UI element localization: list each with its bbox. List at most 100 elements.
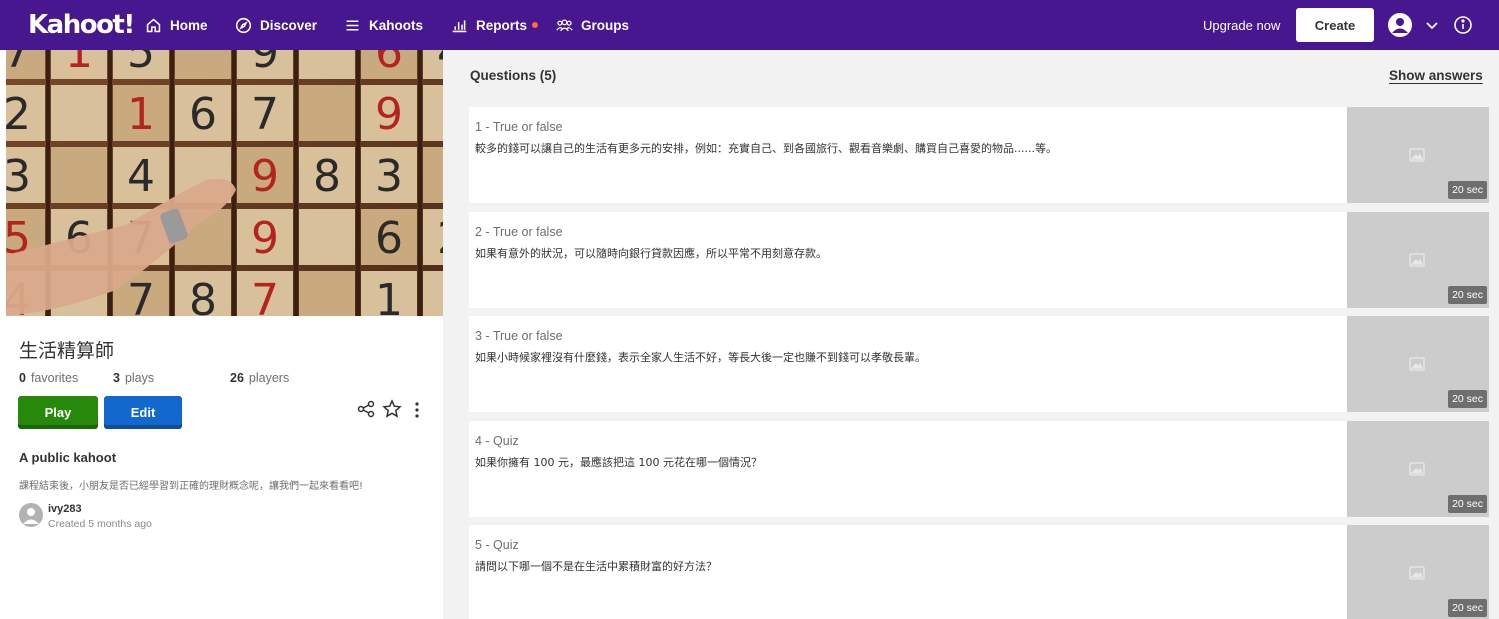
sudoku-number: 2 (6, 89, 31, 140)
nav-kahoots[interactable]: Kahoots (344, 0, 423, 50)
sudoku-number: 7 (127, 275, 155, 316)
list-icon (346, 19, 359, 31)
time-limit-badge: 20 sec (1448, 390, 1487, 408)
top-navigation-bar: Kahoot! Home Discover Kahoots Reports Gr… (0, 0, 1499, 50)
share-icon[interactable] (357, 400, 375, 418)
sudoku-number: 7 (251, 89, 279, 140)
creator-avatar[interactable] (19, 503, 43, 527)
sudoku-tile (299, 271, 355, 316)
question-text: 如果有意外的狀況，可以隨時向銀行貸款因應，所以平常不用刻意存款。 (475, 247, 827, 260)
visibility-heading: A public kahoot (19, 450, 117, 465)
nav-home[interactable]: Home (145, 0, 208, 50)
players-label: players (248, 371, 290, 385)
sudoku-tile (423, 85, 443, 141)
nav-home-label: Home (170, 17, 208, 33)
sudoku-number: 4 (437, 50, 443, 78)
sudoku-number: 6 (375, 213, 403, 264)
user-avatar-icon (23, 508, 39, 524)
created-date: Created 5 months ago (48, 518, 152, 530)
sudoku-number: 5 (127, 50, 155, 78)
nav-groups-label: Groups (581, 17, 630, 33)
question-type: 1 - True or false (475, 120, 563, 134)
sudoku-number: 1 (375, 275, 403, 316)
nav-reports[interactable]: Reports (451, 0, 539, 50)
nav-groups[interactable]: Groups (556, 0, 629, 50)
question-text: 較多的錢可以讓自己的生活有更多元的安排，例如：充實自己、到各國旅行、觀看音樂劇、… (475, 142, 1057, 155)
question-thumbnail: 20 sec (1347, 316, 1489, 412)
home-icon (146, 18, 161, 32)
image-placeholder-icon (1409, 462, 1425, 476)
time-limit-badge: 20 sec (1448, 181, 1487, 199)
kahoot-description: 課程結束後，小朋友是否已經學習到正確的理財概念呢，讓我們一起來看看吧! (19, 481, 364, 492)
image-placeholder-icon (1409, 148, 1425, 162)
user-avatar-icon[interactable] (1388, 13, 1412, 37)
question-card[interactable]: 1 - True or false 較多的錢可以讓自己的生活有更多元的安排，例如：… (469, 107, 1489, 203)
play-button[interactable]: Play (18, 396, 98, 429)
question-card[interactable]: 5 - Quiz 請問以下哪一個不是在生活中累積財富的好方法？ 20 sec (469, 525, 1489, 619)
favorite-star-icon[interactable] (382, 399, 402, 419)
question-thumbnail: 20 sec (1347, 212, 1489, 308)
question-text: 如果小時候家裡沒有什麼錢，表示全家人生活不好，等長大後一定也賺不到錢可以孝敬長輩… (475, 351, 926, 364)
plays-stat: 3 plays (113, 371, 230, 385)
sudoku-tile (423, 271, 443, 316)
compass-icon (235, 17, 252, 33)
creator-name[interactable]: ivy283 (48, 503, 82, 515)
sudoku-number: 8 (189, 275, 217, 316)
groups-icon (556, 18, 573, 31)
time-limit-badge: 20 sec (1448, 286, 1487, 304)
bar-chart-icon (452, 19, 467, 32)
question-text: 請問以下哪一個不是在生活中累積財富的好方法？ (475, 560, 717, 573)
time-limit-badge: 20 sec (1448, 495, 1487, 513)
upgrade-link[interactable]: Upgrade now (1203, 0, 1280, 50)
question-card[interactable]: 4 - Quiz 如果你擁有 100 元，最應該把這 100 元花在哪一個情況？ 2… (469, 421, 1489, 517)
questions-heading: Questions (5) (470, 68, 557, 83)
kahoot-title: 生活精算師 (19, 340, 115, 362)
favorites-label: favorites (30, 371, 79, 385)
question-card[interactable]: 2 - True or false 如果有意外的狀況，可以隨時向銀行貸款因應，所以… (469, 212, 1489, 308)
cover-image: 715964216793498356796247871 (6, 50, 443, 316)
notification-dot (532, 22, 539, 28)
image-placeholder-icon (1409, 566, 1425, 580)
question-thumbnail: 20 sec (1347, 107, 1489, 203)
sudoku-number: 8 (313, 151, 341, 202)
sudoku-number: 6 (189, 89, 217, 140)
sudoku-tile (299, 50, 355, 79)
question-text: 如果你擁有 100 元，最應該把這 100 元花在哪一個情況？ (475, 456, 762, 469)
question-card[interactable]: 3 - True or false 如果小時候家裡沒有什麼錢，表示全家人生活不好，… (469, 316, 1489, 412)
sudoku-number: 7 (6, 50, 31, 78)
sudoku-number: 9 (375, 89, 403, 140)
kahoot-logo[interactable]: Kahoot! (28, 11, 135, 39)
plays-count: 3 (113, 371, 120, 385)
image-placeholder-icon (1409, 253, 1425, 267)
sudoku-number: 3 (375, 151, 403, 202)
sudoku-tile (51, 85, 107, 141)
question-thumbnail: 20 sec (1347, 525, 1489, 619)
nav-reports-label: Reports (476, 17, 528, 33)
sudoku-tile (299, 209, 355, 265)
plays-label: plays (124, 371, 155, 385)
nav-discover-label: Discover (260, 17, 318, 33)
image-placeholder-icon (1409, 357, 1425, 371)
sudoku-number: 9 (251, 50, 279, 78)
info-icon[interactable] (1453, 15, 1473, 35)
sudoku-number: 6 (375, 50, 403, 78)
favorites-stat: 0 favorites (19, 371, 113, 385)
sudoku-number: 9 (251, 213, 279, 264)
kahoot-details-panel: 715964216793498356796247871 生活精算師 0favor… (0, 50, 443, 619)
question-thumbnail: 20 sec (1347, 421, 1489, 517)
sudoku-number: 7 (251, 275, 279, 316)
show-answers-button[interactable]: Show answers (1389, 68, 1483, 83)
edit-button[interactable]: Edit (104, 396, 182, 429)
nav-discover[interactable]: Discover (235, 0, 317, 50)
create-button[interactable]: Create (1296, 8, 1374, 42)
favorites-count: 0 (19, 371, 26, 385)
sudoku-number: 1 (65, 50, 93, 78)
sudoku-number: 4 (127, 151, 155, 202)
chevron-down-icon[interactable] (1424, 17, 1440, 33)
sudoku-number: 9 (251, 151, 279, 202)
kahoot-stats: 0 favorites 3 plays 26 players (19, 371, 289, 385)
more-options-icon[interactable] (409, 400, 425, 420)
question-type: 3 - True or false (475, 329, 563, 343)
sudoku-number: 1 (127, 89, 155, 140)
question-type: 2 - True or false (475, 225, 563, 239)
